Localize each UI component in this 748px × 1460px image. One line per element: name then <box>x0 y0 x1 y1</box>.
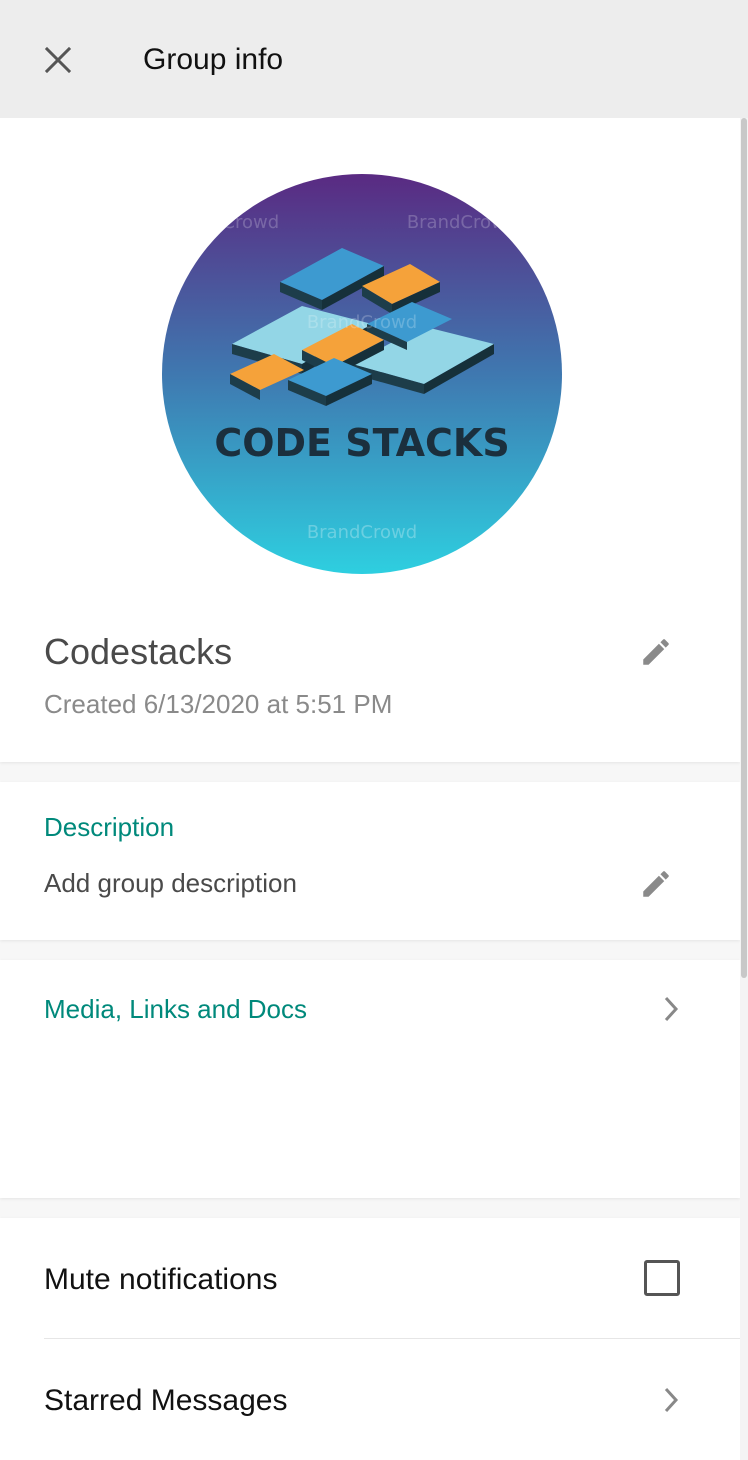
close-icon <box>45 47 71 73</box>
description-card: Description Add group description <box>0 782 740 940</box>
chevron-right-icon <box>656 994 686 1024</box>
media-links-docs-card[interactable]: Media, Links and Docs <box>0 960 740 1198</box>
page-title: Group info <box>143 43 284 76</box>
avatar-logo-text: CODE STACKS <box>214 421 509 465</box>
edit-name-button[interactable] <box>634 630 678 674</box>
profile-card: CODE STACKS BrandCrowd BrandCrowd BrandC… <box>0 118 740 762</box>
scrollbar[interactable] <box>740 118 748 1460</box>
mute-notifications-label: Mute notifications <box>44 1263 278 1296</box>
settings-card: Mute notifications Starred Messages <box>0 1218 740 1460</box>
scrollbar-thumb[interactable] <box>741 118 747 978</box>
media-links-docs-label: Media, Links and Docs <box>44 994 308 1024</box>
created-date: Created 6/13/2020 at 5:51 PM <box>44 689 393 719</box>
watermark-text: BrandCrowd <box>307 312 417 333</box>
group-description-field[interactable]: Add group description <box>44 866 297 900</box>
description-label: Description <box>44 812 175 842</box>
pencil-icon <box>643 639 669 665</box>
mute-notifications-row[interactable]: Mute notifications <box>0 1218 740 1339</box>
mute-notifications-checkbox[interactable] <box>644 1260 680 1296</box>
group-avatar[interactable]: CODE STACKS BrandCrowd BrandCrowd BrandC… <box>162 174 562 574</box>
watermark-text: BrandCrowd <box>307 522 417 543</box>
pencil-icon <box>643 871 669 897</box>
group-info-panel[interactable]: CODE STACKS BrandCrowd BrandCrowd BrandC… <box>0 118 740 1460</box>
watermark-text: BrandCrowd <box>407 212 517 233</box>
watermark-text: BrandCrowd <box>169 212 279 233</box>
edit-description-button[interactable] <box>634 862 678 906</box>
close-button[interactable] <box>36 38 80 82</box>
header-bar: Group info <box>0 0 748 118</box>
group-name: Codestacks <box>44 631 233 672</box>
chevron-right-icon <box>656 1385 686 1415</box>
starred-messages-label: Starred Messages <box>44 1384 288 1417</box>
starred-messages-row[interactable]: Starred Messages <box>0 1339 740 1459</box>
